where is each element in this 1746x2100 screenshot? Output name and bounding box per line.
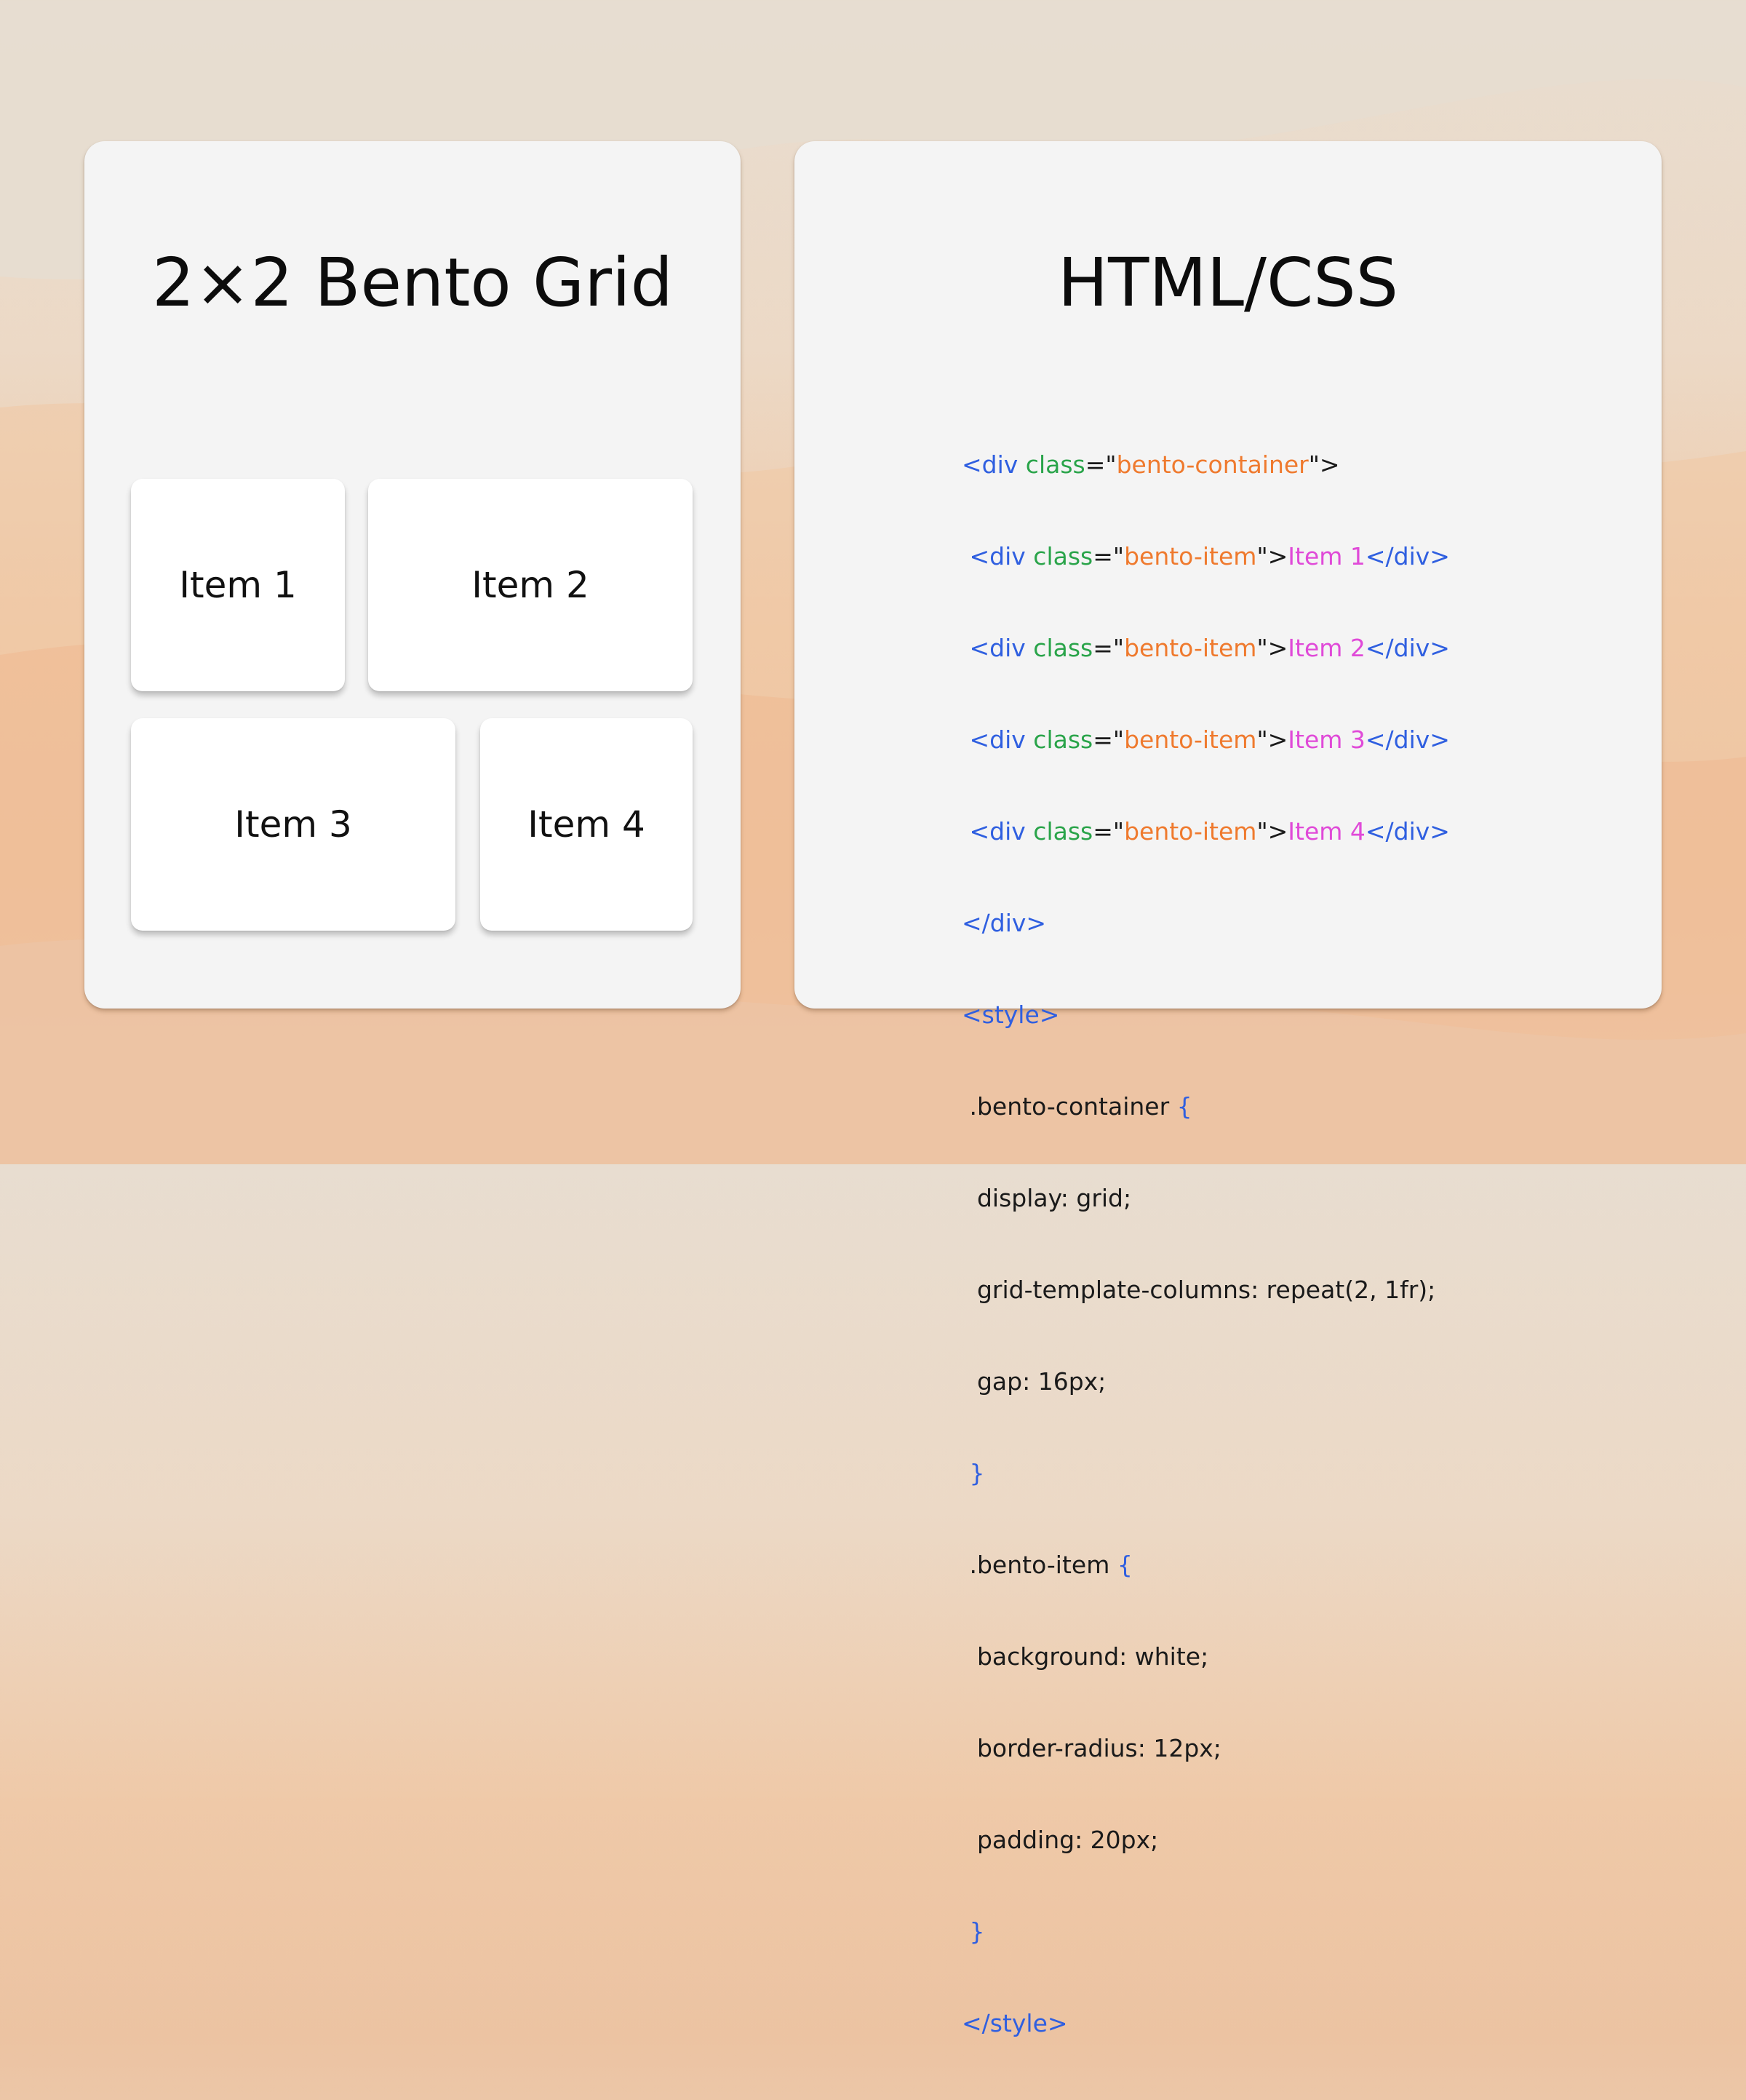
code-line-18: </style> [962, 2009, 1068, 2037]
code-line-6: </div> [962, 909, 1047, 937]
code-line-15: border-radius: 12px; [976, 1734, 1221, 1762]
bento-preview-card: 2×2 Bento Grid Item 1 Item 2 Item 3 Item… [84, 141, 741, 1009]
grid-item-2: Item 2 [368, 479, 693, 691]
code-line-12: } [969, 1459, 985, 1487]
code-line-16: padding: 20px; [976, 1826, 1159, 1854]
code-line-7: <style> [962, 1001, 1060, 1029]
code-line-9: display: grid; [976, 1184, 1132, 1212]
code-line-10: grid-template-columns: repeat(2, 1fr); [976, 1276, 1436, 1304]
code-card: HTML/CSS <div class="bento-container"> <… [794, 141, 1662, 2037]
code-line-4: <div class="bento-item">Item 3</div> [969, 725, 1450, 754]
html-css-title: HTML/CSS [1057, 244, 1399, 322]
code-line-17: } [969, 1917, 985, 1946]
code-line-1: <div class="bento-container"> [962, 450, 1340, 479]
code-line-8: .bento-container { [969, 1092, 1192, 1121]
code-line-3: <div class="bento-item">Item 2</div> [969, 634, 1450, 662]
code-line-11: gap: 16px; [976, 1367, 1107, 1396]
code-block: <div class="bento-container"> <div class… [962, 389, 1450, 2100]
grid-item-4: Item 4 [480, 718, 693, 931]
code-line-5: <div class="bento-item">Item 4</div> [969, 817, 1450, 846]
bento-grid-title: 2×2 Bento Grid [151, 244, 674, 322]
grid-item-3: Item 3 [131, 718, 455, 931]
code-line-14: background: white; [976, 1642, 1209, 1671]
grid-item-1: Item 1 [131, 479, 345, 691]
code-line-2: <div class="bento-item">Item 1</div> [969, 542, 1450, 570]
code-line-13: .bento-item { [969, 1551, 1133, 1579]
